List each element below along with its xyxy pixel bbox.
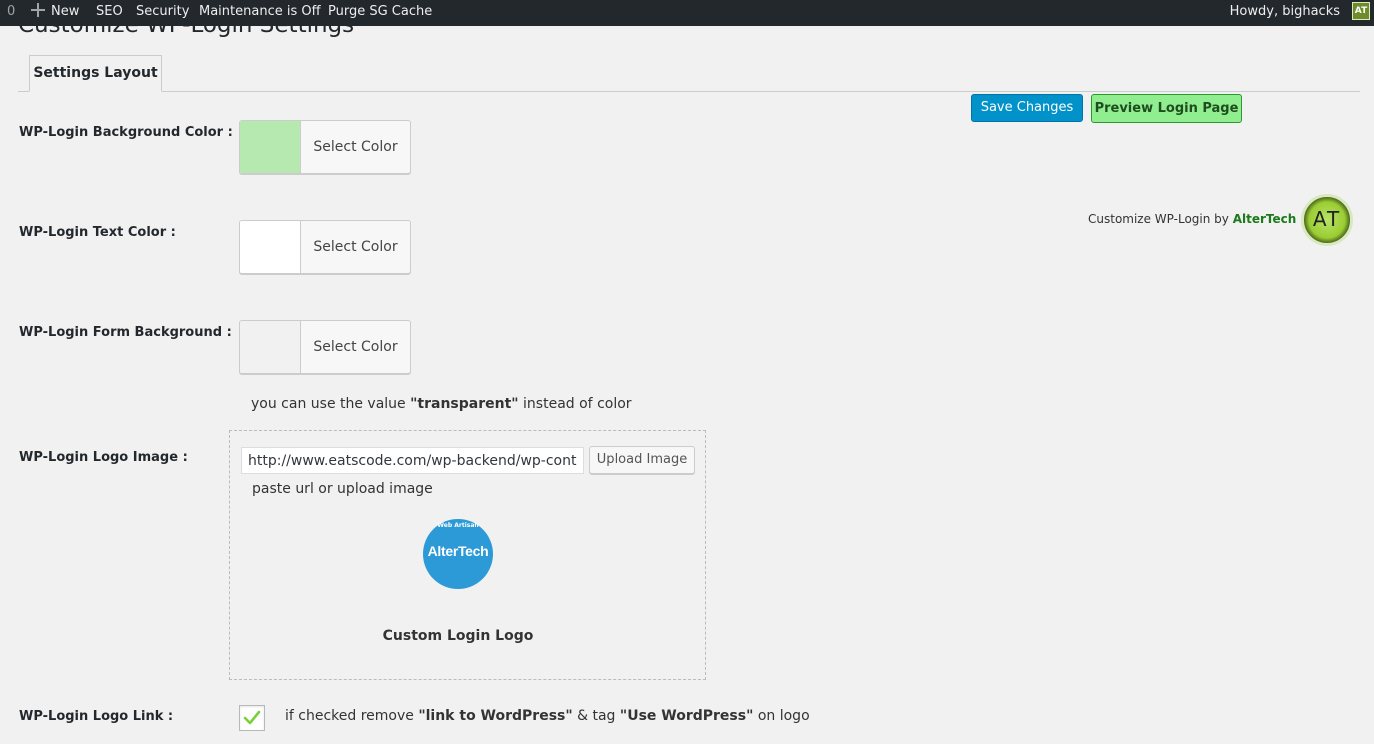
credit-prefix: Customize WP-Login by [1088,212,1233,226]
new-content-menu[interactable]: New [31,0,79,26]
logo-preview-image: Web Artisan AlterTech [423,519,493,589]
logo-link-label: WP-Login Logo Link : [19,709,174,724]
plugin-credit: Customize WP-Login by AlterTech [1088,212,1296,226]
security-menu[interactable]: Security [136,0,189,26]
seo-menu[interactable]: SEO [96,0,123,26]
bg-color-label: WP-Login Background Color : [19,125,233,140]
text-color-select-button[interactable]: Select Color [301,221,410,273]
logo-link-note-2: & tag [572,708,620,724]
upload-image-button[interactable]: Upload Image [589,446,695,474]
credit-brand-link[interactable]: AlterTech [1233,212,1297,226]
logo-hint: paste url or upload image [252,481,433,497]
note-text-end: instead of color [518,396,632,412]
note-strong: "transparent" [410,396,519,412]
logo-link-note-3: on logo [753,708,810,724]
form-bg-picker[interactable]: Select Color [239,320,411,374]
form-bg-swatch[interactable] [240,321,301,373]
bg-color-select-button[interactable]: Select Color [301,121,410,173]
plus-icon [31,3,45,17]
transparent-note: you can use the value "transparent" inst… [251,396,632,412]
checkmark-icon [243,710,261,725]
bg-color-picker[interactable]: Select Color [239,120,411,174]
maintenance-status[interactable]: Maintenance is Off [199,0,321,26]
text-color-picker[interactable]: Select Color [239,220,411,274]
tab-divider [18,91,1360,92]
purge-cache-button[interactable]: Purge SG Cache [328,0,432,26]
altertech-logo: AT [1301,194,1353,246]
new-label: New [51,4,80,19]
logo-tagline: Web Artisan [437,522,479,529]
note-text: you can use the value [251,396,411,412]
logo-caption: Custom Login Logo [382,628,534,644]
form-bg-select-button[interactable]: Select Color [301,321,410,373]
text-color-label: WP-Login Text Color : [19,225,176,240]
text-color-swatch[interactable] [240,221,301,273]
admin-bar: 0 New SEO Security Maintenance is Off Pu… [0,0,1374,26]
comments-count[interactable]: 0 [7,0,15,26]
logo-link-strong-2: "Use WordPress" [619,708,754,724]
logo-link-checkbox[interactable] [239,705,265,731]
logo-url-input[interactable] [241,447,584,474]
bg-color-swatch[interactable] [240,121,301,173]
avatar[interactable]: AT [1352,2,1370,20]
save-changes-button[interactable]: Save Changes [971,94,1083,122]
form-bg-label: WP-Login Form Background : [19,325,232,340]
tab-settings-layout[interactable]: Settings Layout [29,55,162,92]
logo-link-strong-1: "link to WordPress" [418,708,573,724]
user-greeting[interactable]: Howdy, bighacks [1230,0,1340,26]
logo-link-note-1: if checked remove [285,708,419,724]
logo-wordmark: AlterTech [427,543,489,559]
logo-link-note: if checked remove "link to WordPress" & … [285,708,810,724]
preview-login-button[interactable]: Preview Login Page [1091,94,1242,123]
logo-image-label: WP-Login Logo Image : [19,450,188,465]
